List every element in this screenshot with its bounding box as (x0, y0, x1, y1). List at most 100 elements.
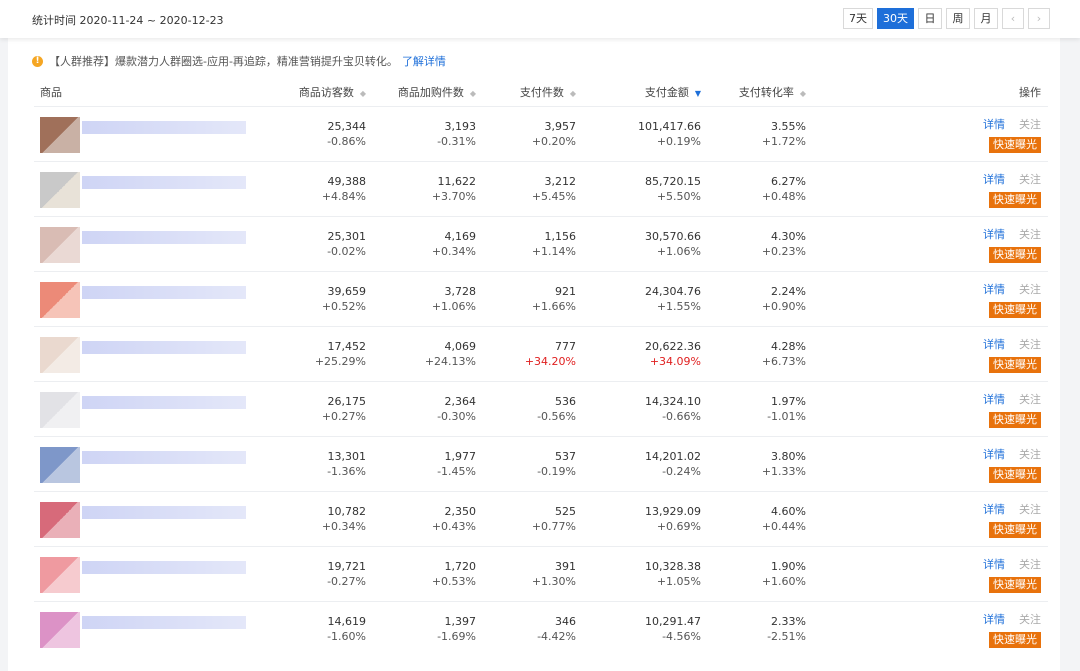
product-cell[interactable] (34, 161, 254, 217)
product-cell[interactable] (34, 381, 254, 437)
follow-link[interactable]: 关注 (1019, 171, 1041, 187)
product-cell[interactable] (34, 491, 254, 547)
fast-exposure-button[interactable]: 快速曝光 (989, 301, 1041, 318)
product-thumbnail[interactable] (40, 612, 80, 648)
product-thumbnail[interactable] (40, 557, 80, 593)
follow-link[interactable]: 关注 (1019, 336, 1041, 352)
visitors-value: 25,301 (327, 230, 367, 243)
col-paid-amount[interactable]: 支付金额 ▼ (576, 78, 701, 107)
product-thumbnail[interactable] (40, 282, 80, 318)
follow-link[interactable]: 关注 (1019, 556, 1041, 572)
product-cell[interactable] (34, 106, 254, 162)
detail-link[interactable]: 详情 (983, 391, 1005, 407)
rate-change: +6.73% (761, 355, 806, 368)
fast-exposure-button[interactable]: 快速曝光 (989, 411, 1041, 428)
fast-exposure-button[interactable]: 快速曝光 (989, 576, 1041, 593)
follow-link[interactable]: 关注 (1019, 501, 1041, 517)
detail-link[interactable]: 详情 (983, 336, 1005, 352)
paid-amount-cell: 101,417.66 +0.19% (576, 106, 701, 162)
follow-link[interactable]: 关注 (1019, 391, 1041, 407)
detail-link[interactable]: 详情 (983, 611, 1005, 627)
ops-cell: 详情 关注 快速曝光 (806, 601, 1048, 656)
product-cell[interactable] (34, 271, 254, 327)
product-title-obscured[interactable] (82, 451, 246, 464)
range-week-button[interactable]: 周 (946, 8, 970, 29)
op-links: 详情 关注 (806, 116, 1041, 132)
paid-amount-cell: 85,720.15 +5.50% (576, 161, 701, 217)
sort-icon[interactable]: ◆ (570, 89, 576, 98)
prev-page-button[interactable]: ‹ (1002, 8, 1024, 29)
detail-link[interactable]: 详情 (983, 281, 1005, 297)
product-title-obscured[interactable] (82, 121, 246, 134)
range-7d-button[interactable]: 7天 (843, 8, 873, 29)
product-thumbnail[interactable] (40, 447, 80, 483)
rate-cell: 1.90% +1.60% (701, 546, 806, 602)
product-thumbnail[interactable] (40, 172, 80, 208)
product-title-obscured[interactable] (82, 231, 246, 244)
col-conv-rate[interactable]: 支付转化率 ◆ (701, 78, 806, 107)
product-title-obscured[interactable] (82, 286, 246, 299)
follow-link[interactable]: 关注 (1019, 611, 1041, 627)
product-thumbnail[interactable] (40, 392, 80, 428)
paid-count-cell: 3,957 +0.20% (476, 106, 576, 162)
cart-value: 1,397 (444, 615, 477, 628)
fast-exposure-button[interactable]: 快速曝光 (989, 191, 1041, 208)
product-thumbnail[interactable] (40, 117, 80, 153)
col-visitors[interactable]: 商品访客数 ◆ (254, 78, 366, 107)
follow-link[interactable]: 关注 (1019, 446, 1041, 462)
fast-exposure-button[interactable]: 快速曝光 (989, 631, 1041, 648)
product-title-obscured[interactable] (82, 561, 246, 574)
range-day-button[interactable]: 日 (918, 8, 942, 29)
col-paid-count[interactable]: 支付件数 ◆ (476, 78, 576, 107)
product-thumbnail[interactable] (40, 337, 80, 373)
product-cell[interactable] (34, 326, 254, 382)
product-cell[interactable] (34, 546, 254, 602)
paid-amount-value: 13,929.09 (645, 505, 701, 518)
detail-link[interactable]: 详情 (983, 226, 1005, 242)
visitors-cell: 19,721 -0.27% (254, 546, 366, 602)
sort-desc-icon[interactable]: ▼ (695, 89, 701, 98)
period-label: 统计时间 2020-11-24 ~ 2020-12-23 (32, 14, 224, 27)
paid-count-cell: 346 -4.42% (476, 601, 576, 656)
follow-link[interactable]: 关注 (1019, 281, 1041, 297)
ops-cell: 详情 关注 快速曝光 (806, 491, 1048, 547)
visitors-value: 49,388 (327, 175, 367, 188)
product-cell[interactable] (34, 216, 254, 272)
range-30d-button[interactable]: 30天 (877, 8, 914, 29)
sort-icon[interactable]: ◆ (470, 89, 476, 98)
sort-icon[interactable]: ◆ (800, 89, 806, 98)
product-thumbnail[interactable] (40, 502, 80, 538)
product-title-obscured[interactable] (82, 176, 246, 189)
col-cart[interactable]: 商品加购件数 ◆ (366, 78, 476, 107)
detail-link[interactable]: 详情 (983, 556, 1005, 572)
product-title-obscured[interactable] (82, 396, 246, 409)
range-month-button[interactable]: 月 (974, 8, 998, 29)
product-thumbnail[interactable] (40, 227, 80, 263)
visitors-value: 13,301 (327, 450, 367, 463)
follow-link[interactable]: 关注 (1019, 116, 1041, 132)
fast-exposure-button[interactable]: 快速曝光 (989, 356, 1041, 373)
next-page-button[interactable]: › (1028, 8, 1050, 29)
product-cell[interactable] (34, 436, 254, 492)
detail-link[interactable]: 详情 (983, 501, 1005, 517)
fast-exposure-button[interactable]: 快速曝光 (989, 136, 1041, 153)
product-title-obscured[interactable] (82, 341, 246, 354)
detail-link[interactable]: 详情 (983, 116, 1005, 132)
detail-link[interactable]: 详情 (983, 171, 1005, 187)
notice-learn-more-link[interactable]: 了解详情 (402, 53, 446, 69)
product-title-obscured[interactable] (82, 506, 246, 519)
product-cell[interactable] (34, 601, 254, 656)
cart-cell: 1,397 -1.69% (366, 601, 477, 656)
fast-exposure-button[interactable]: 快速曝光 (989, 521, 1041, 538)
cart-cell: 2,350 +0.43% (366, 491, 476, 547)
range-selector: 7天 30天 日 周 月 ‹ › (843, 8, 1050, 29)
follow-link[interactable]: 关注 (1019, 226, 1041, 242)
product-title-obscured[interactable] (82, 616, 246, 629)
paid-amount-cell: 10,291.47 -4.56% (576, 601, 701, 656)
detail-link[interactable]: 详情 (983, 446, 1005, 462)
paid-amount-value: 30,570.66 (645, 230, 701, 243)
sort-icon[interactable]: ◆ (360, 89, 366, 98)
fast-exposure-button[interactable]: 快速曝光 (989, 466, 1041, 483)
product-table: 商品 商品访客数 ◆ 商品加购件数 ◆ 支付件数 ◆ 支付金额 ▼ 支付转化率 ◆ 操作 … (34, 78, 1048, 656)
fast-exposure-button[interactable]: 快速曝光 (989, 246, 1041, 263)
